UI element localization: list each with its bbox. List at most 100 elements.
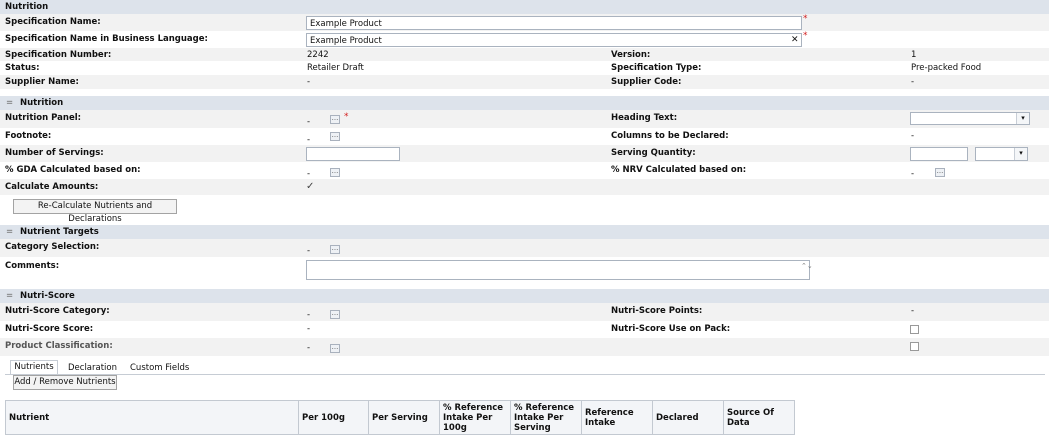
column-header-ri-per-100g[interactable]: % Reference Intake Per 100g (439, 400, 511, 435)
spec-name-value: Example Product (310, 19, 382, 29)
columns-declared-value: - (911, 131, 915, 141)
required-marker: * (803, 14, 808, 24)
column-header-reference-intake[interactable]: Reference Intake (581, 400, 653, 435)
nutriscore-score-value: - (307, 324, 311, 334)
column-header-ri-per-serving[interactable]: % Reference Intake Per Serving (510, 400, 582, 435)
ellipsis-button[interactable]: ... (330, 168, 340, 177)
serving-quantity-input[interactable] (910, 147, 968, 161)
nutriscore-category-label: Nutri-Score Category: (5, 306, 110, 316)
spinner-icon[interactable]: ⌃⌄ (801, 262, 813, 270)
nrv-value: - (911, 169, 915, 179)
serving-quantity-label: Serving Quantity: (611, 148, 696, 158)
column-header-per-serving[interactable]: Per Serving (368, 400, 440, 435)
ellipsis-button[interactable]: ... (935, 168, 945, 177)
column-header-declared[interactable]: Declared (652, 400, 724, 435)
product-classification-label: Product Classification: (5, 341, 113, 351)
collapse-icon[interactable]: = (6, 291, 13, 301)
category-selection-row: Category Selection: - (0, 239, 1049, 257)
spec-type-value: Pre-packed Food (911, 63, 982, 73)
servings-row: Number of Servings: Serving Quantity: (0, 145, 1049, 162)
spec-name-bl-label: Specification Name in Business Language: (5, 34, 208, 44)
footnote-label: Footnote: (5, 131, 52, 141)
supplier-row: Supplier Name: - Supplier Code: - (0, 75, 1049, 89)
classification-checkbox[interactable] (910, 342, 919, 351)
supplier-code-value: - (911, 77, 915, 87)
nutrition-panel-label: Nutrition Panel: (5, 113, 82, 123)
spec-number-value: 2242 (307, 50, 329, 60)
status-value: Retailer Draft (307, 63, 364, 73)
ellipsis-button[interactable]: ... (330, 344, 340, 353)
clear-icon[interactable]: ✕ (791, 35, 799, 45)
spec-name-bl-input[interactable]: Example Product ✕ (306, 33, 802, 47)
nutrition-panel-row: Nutrition Panel: - Heading Text: (0, 110, 1049, 128)
spec-number-row: Specification Number: 2242 Version: 1 (0, 48, 1049, 61)
supplier-name-value: - (307, 77, 311, 87)
serving-unit-select[interactable]: ▾ (975, 147, 1028, 161)
heading-text-label: Heading Text: (611, 113, 678, 123)
servings-input[interactable] (306, 147, 400, 161)
column-header-nutrient[interactable]: Nutrient (5, 400, 299, 435)
section-header-targets[interactable]: = Nutrient Targets (0, 225, 1049, 239)
supplier-name-label: Supplier Name: (5, 77, 79, 87)
collapse-icon[interactable]: = (6, 227, 13, 237)
required-marker: * (344, 112, 349, 122)
comments-label: Comments: (5, 261, 60, 271)
nutrients-table: Nutrient Per 100g Per Serving % Referenc… (5, 400, 795, 435)
collapse-icon[interactable]: = (6, 98, 13, 108)
column-header-per-100g[interactable]: Per 100g (298, 400, 369, 435)
version-label: Version: (611, 50, 651, 60)
required-marker: * (803, 31, 808, 41)
ellipsis-button[interactable]: ... (330, 132, 340, 141)
ellipsis-button[interactable]: ... (330, 310, 340, 319)
footnote-row: Footnote: - Columns to be Declared: - (0, 128, 1049, 145)
status-label: Status: (5, 63, 40, 73)
product-classification-row: Product Classification: - (0, 338, 1049, 356)
table-header-row: Nutrient Per 100g Per Serving % Referenc… (5, 400, 795, 435)
tab-declaration[interactable]: Declaration (68, 363, 117, 375)
status-row: Status: Retailer Draft Specification Typ… (0, 61, 1049, 75)
nutriscore-points-label: Nutri-Score Points: (611, 306, 703, 316)
ellipsis-button[interactable]: ... (330, 115, 340, 124)
nutrition-panel-value: - (307, 117, 311, 127)
chevron-down-icon: ▾ (1014, 148, 1027, 160)
chevron-down-icon: ▾ (1016, 113, 1029, 124)
gda-label: % GDA Calculated based on: (5, 165, 141, 175)
add-remove-nutrients-button[interactable]: Add / Remove Nutrients (13, 375, 117, 390)
spec-name-bl-value: Example Product (310, 36, 382, 46)
section-title: Nutrition (5, 2, 49, 12)
section-header-nutrition-top: Nutrition (0, 0, 1049, 14)
section-header-nutriscore[interactable]: = Nutri-Score (0, 289, 1049, 303)
calc-amounts-label: Calculate Amounts: (5, 182, 99, 192)
servings-label: Number of Servings: (5, 148, 104, 158)
calc-amounts-checkbox[interactable]: ✓ (306, 181, 314, 192)
footnote-value: - (307, 135, 311, 145)
nutriscore-use-on-pack-label: Nutri-Score Use on Pack: (611, 324, 731, 334)
section-title: Nutrient Targets (20, 227, 99, 237)
spec-type-label: Specification Type: (611, 63, 702, 73)
columns-declared-label: Columns to be Declared: (611, 131, 729, 141)
column-header-source-of-data[interactable]: Source Of Data (723, 400, 795, 435)
recalculate-button[interactable]: Re-Calculate Nutrients and Declarations (13, 199, 177, 224)
comments-textarea[interactable]: ⌃⌄ (306, 260, 813, 280)
nutriscore-category-value: - (307, 310, 311, 320)
spec-number-label: Specification Number: (5, 50, 112, 60)
nrv-label: % NRV Calculated based on: (611, 165, 747, 175)
category-selection-label: Category Selection: (5, 242, 100, 252)
nutriscore-category-row: Nutri-Score Category: - Nutri-Score Poin… (0, 303, 1049, 321)
spec-name-label: Specification Name: (5, 17, 101, 27)
section-header-nutrition[interactable]: = Nutrition (0, 96, 1049, 110)
product-classification-value: - (307, 343, 311, 353)
nutriscore-score-label: Nutri-Score Score: (5, 324, 94, 334)
tab-nutrients[interactable]: Nutrients (10, 360, 58, 374)
tab-custom-fields[interactable]: Custom Fields (130, 363, 189, 375)
use-on-pack-checkbox[interactable] (910, 325, 919, 334)
supplier-code-label: Supplier Code: (611, 77, 682, 87)
gda-value: - (307, 169, 311, 179)
spec-name-input[interactable]: Example Product (306, 16, 802, 30)
ellipsis-button[interactable]: ... (330, 245, 340, 254)
section-title: Nutrition (20, 98, 64, 108)
heading-text-select[interactable]: ▾ (910, 112, 1030, 125)
section-title: Nutri-Score (20, 291, 75, 301)
nutriscore-points-value: - (911, 306, 915, 316)
category-selection-value: - (307, 246, 311, 256)
